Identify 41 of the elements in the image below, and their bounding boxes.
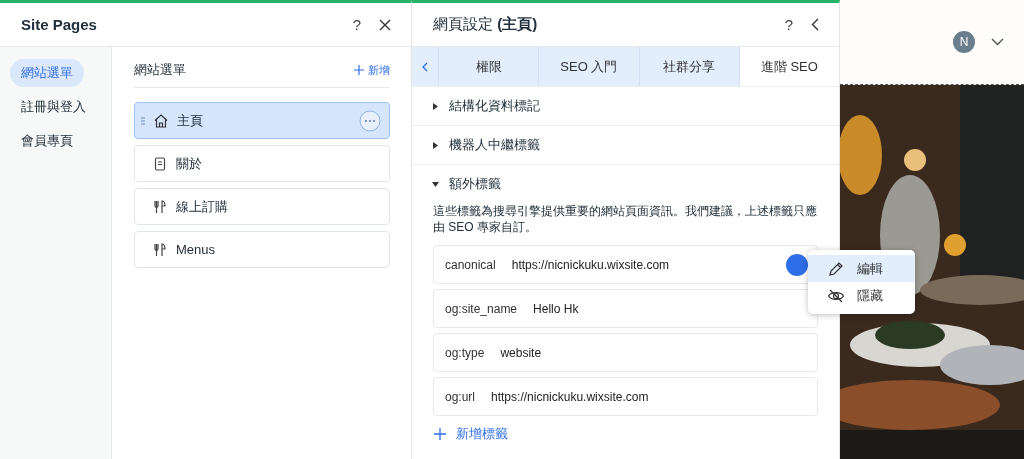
sidebar-item[interactable]: 註冊與登入: [10, 93, 97, 121]
close-icon[interactable]: [379, 18, 391, 31]
sidebar-item[interactable]: 會員專頁: [10, 127, 84, 155]
plus-icon: [434, 428, 446, 440]
section-header[interactable]: 額外標籤: [412, 165, 839, 203]
meta-tag-row[interactable]: og:site_name Hello Hk: [433, 289, 818, 328]
panel-title: Site Pages: [21, 16, 98, 33]
page-item[interactable]: Menus: [134, 231, 390, 268]
back-icon[interactable]: [811, 18, 819, 31]
page-icon: [152, 155, 168, 172]
tab[interactable]: SEO 入門: [539, 47, 640, 86]
tab[interactable]: 權限: [439, 47, 540, 86]
collapsed-triangle-icon: [432, 141, 439, 149]
fork-knife-icon: [152, 198, 168, 215]
chevron-down-icon[interactable]: [991, 38, 1004, 46]
meta-tag-row[interactable]: og:type website: [433, 333, 818, 372]
chevron-left-icon: [422, 61, 428, 72]
description-text: 這些標籤為搜尋引擎提供重要的網站頁面資訊。我們建議，上述標籤只應由 SEO 專家自訂。: [432, 203, 818, 235]
tab[interactable]: 社群分享: [639, 47, 740, 86]
add-page-button[interactable]: 新增: [354, 62, 390, 78]
meta-tag-row[interactable]: og:url https://nicnickuku.wixsite.com: [433, 377, 818, 416]
help-button[interactable]: ?: [352, 16, 361, 33]
drag-handle-icon[interactable]: [141, 116, 145, 125]
page-item[interactable]: 關於: [134, 145, 390, 182]
add-tag-button[interactable]: 新增標籤: [434, 425, 508, 443]
section-header[interactable]: 機器人中繼標籤: [412, 126, 839, 165]
panel-title: 網頁設定 (主頁): [433, 15, 539, 34]
avatar[interactable]: N: [953, 31, 975, 53]
menu-item[interactable]: 編輯: [808, 255, 915, 282]
collapsed-triangle-icon: [432, 102, 439, 110]
expanded-triangle-icon: [432, 180, 439, 188]
page-item[interactable]: 線上訂購: [134, 188, 390, 225]
page-item[interactable]: 主頁: [134, 102, 390, 139]
list-title: 網站選單: [134, 61, 186, 79]
help-button[interactable]: ?: [784, 16, 793, 33]
section-header[interactable]: 結構化資料標記: [412, 87, 839, 126]
more-button[interactable]: [786, 253, 808, 276]
home-icon: [153, 112, 169, 129]
fork-knife-icon: [152, 241, 168, 258]
plus-icon: [354, 65, 364, 75]
sidebar-item[interactable]: 網站選單: [10, 59, 84, 87]
